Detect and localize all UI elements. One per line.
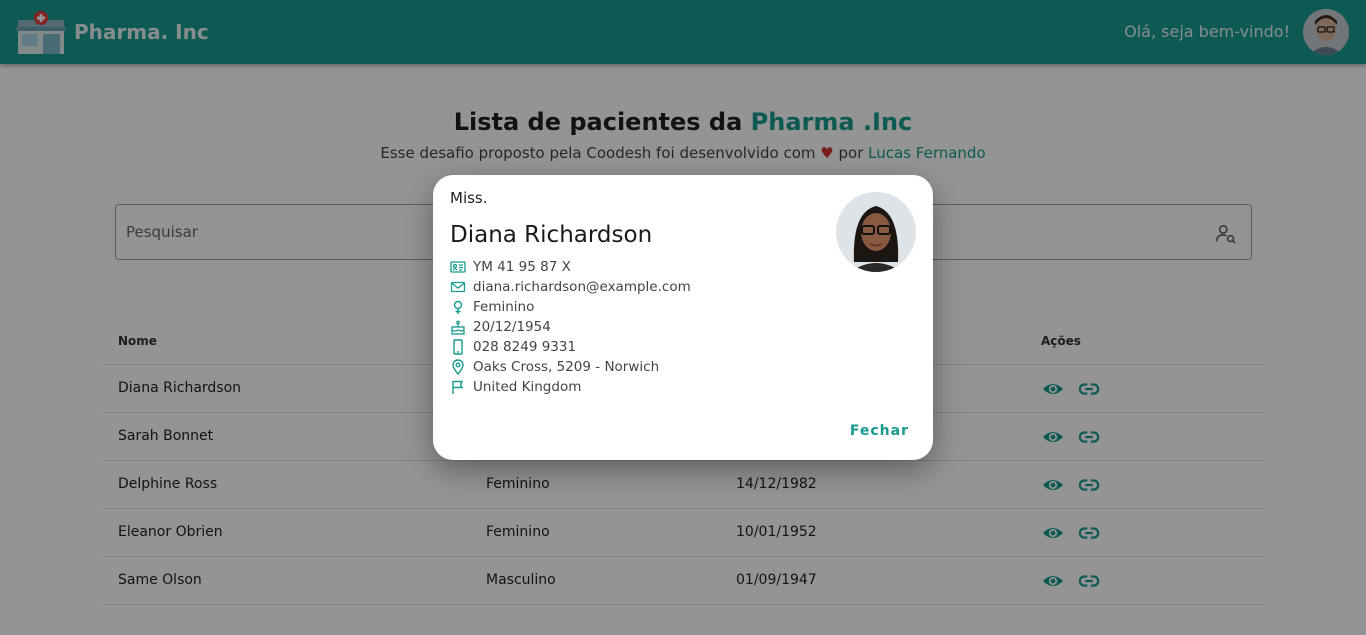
info-birthdate-text: 20/12/1954 [473, 319, 551, 335]
info-country-text: United Kingdom [473, 379, 582, 395]
patient-avatar [836, 192, 916, 272]
phone-icon [453, 339, 463, 355]
patient-avatar-image [836, 192, 916, 272]
info-document-text: YM 41 95 87 X [473, 259, 571, 275]
female-icon [453, 300, 463, 314]
patient-info-list: YM 41 95 87 X diana.richardson@example.c… [450, 257, 691, 397]
info-phone: 028 8249 9331 [450, 337, 691, 357]
info-address-text: Oaks Cross, 5209 - Norwich [473, 359, 660, 375]
location-pin-icon [452, 359, 464, 375]
info-phone-text: 028 8249 9331 [473, 339, 577, 355]
info-gender: Feminino [450, 297, 691, 317]
patient-detail-dialog: Miss. Diana Richardson YM 41 95 87 X dia… [433, 175, 933, 460]
id-card-icon [450, 261, 466, 273]
cake-icon [451, 320, 465, 335]
email-icon [450, 281, 466, 293]
info-country: United Kingdom [450, 377, 691, 397]
close-button[interactable]: Fechar [850, 423, 909, 439]
patient-name: Diana Richardson [450, 222, 653, 248]
info-email-text: diana.richardson@example.com [473, 279, 691, 295]
flag-icon [452, 380, 464, 394]
info-address: Oaks Cross, 5209 - Norwich [450, 357, 691, 377]
info-document: YM 41 95 87 X [450, 257, 691, 277]
info-email: diana.richardson@example.com [450, 277, 691, 297]
info-gender-text: Feminino [473, 299, 535, 315]
info-birthdate: 20/12/1954 [450, 317, 691, 337]
patient-title: Miss. [450, 189, 488, 207]
